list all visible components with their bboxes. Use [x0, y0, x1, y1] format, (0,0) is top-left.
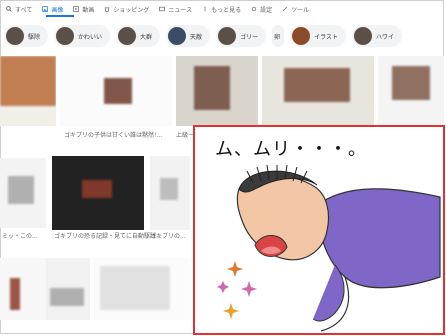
result-image-0[interactable]: [0, 56, 56, 126]
tab-news[interactable]: ニュース: [159, 2, 192, 16]
pixelated-content: [82, 180, 112, 198]
chip-label: イラスト: [314, 33, 338, 41]
pixelated-content: [104, 78, 132, 104]
result-image-7[interactable]: [150, 156, 190, 230]
chip-label: 卵: [274, 33, 281, 41]
more-icon: [202, 6, 208, 12]
shopping-icon: [104, 6, 110, 12]
tab-more[interactable]: もっと見る: [202, 2, 241, 16]
settings-icon: [251, 6, 257, 12]
pixelated-content: [194, 66, 230, 110]
result-image-3[interactable]: [262, 56, 374, 126]
pixelated-content: [100, 266, 170, 310]
chip-label: 大群: [140, 33, 153, 41]
tab-all-label: すべて: [15, 6, 33, 14]
chip-label: ゴリー: [240, 33, 259, 41]
related-chips: 駆除 かわいい 大群 天敵 ゴリー 卵 イラスト ハワイ: [4, 23, 442, 49]
tab-videos-label: 動画: [82, 6, 95, 14]
chip-2[interactable]: 大群: [116, 25, 161, 47]
result-image-10[interactable]: [94, 258, 190, 320]
active-tab-underline: [46, 15, 74, 17]
pixelated-content: [8, 176, 34, 204]
tab-videos[interactable]: 動画: [73, 2, 94, 16]
result-caption: ゴキブリの...: [150, 233, 186, 240]
chip-thumb: [168, 27, 187, 45]
video-icon: [73, 6, 80, 12]
pixelated-content: [284, 68, 350, 102]
pixelated-content: [0, 56, 56, 106]
result-caption: ゴキブリの子供は甘くい誰は黙然!...: [64, 132, 163, 139]
tab-shopping-label: ショッピング: [113, 6, 150, 14]
result-image-2[interactable]: [176, 56, 258, 126]
chip-1[interactable]: かわいい: [54, 25, 111, 47]
tab-settings[interactable]: 設定: [251, 2, 272, 16]
result-image-4[interactable]: [378, 56, 444, 126]
tab-news-label: ニュース: [168, 6, 193, 14]
tab-images-label: 画像: [51, 6, 64, 14]
chip-thumb: [56, 27, 75, 45]
pixelated-content: [392, 66, 430, 100]
illustration-svg: [217, 164, 441, 332]
pixelated-content: [10, 278, 20, 310]
result-image-6[interactable]: [52, 156, 144, 230]
chip-label: かわいい: [78, 33, 103, 41]
chip-6[interactable]: イラスト: [290, 25, 346, 47]
pixelated-content: [50, 288, 84, 306]
image-icon: [42, 6, 49, 12]
chip-0[interactable]: 駆除: [4, 25, 49, 47]
search-tabs: すべて 画像 動画 ショッピング ニュース もっと見る 設定 ツール: [0, 0, 446, 16]
tools-icon: [282, 6, 288, 12]
tab-tools[interactable]: ツール: [282, 2, 309, 16]
sparkles: [217, 261, 257, 319]
chip-thumb: [292, 27, 311, 45]
tab-more-label: もっと見る: [211, 6, 242, 14]
overlay-illustration: ム、ムリ・・・。: [193, 125, 445, 335]
pixelated-content: [160, 178, 178, 200]
chip-label: ハワイ: [375, 33, 394, 41]
search-icon: [6, 6, 12, 12]
tab-all[interactable]: すべて: [6, 2, 32, 16]
chip-thumb: [353, 27, 372, 45]
chip-label: 駆除: [28, 33, 41, 41]
chip-thumb: [218, 27, 237, 45]
chip-thumb: [118, 27, 137, 45]
tab-images[interactable]: 画像: [42, 2, 63, 16]
tab-shopping[interactable]: ショッピング: [104, 2, 149, 16]
result-image-5[interactable]: [0, 158, 46, 228]
result-image-1[interactable]: [60, 56, 172, 126]
sleeve-shape: [312, 264, 345, 322]
result-image-8[interactable]: [0, 258, 46, 320]
result-image-9[interactable]: [46, 258, 90, 320]
chip-label: 天敵: [190, 33, 203, 41]
news-icon: [159, 6, 166, 12]
result-caption: 上級ー...: [176, 132, 194, 139]
chip-4[interactable]: ゴリー: [216, 25, 267, 47]
chip-3[interactable]: 天敵: [166, 25, 211, 47]
result-caption: ミッ・この...: [2, 233, 38, 240]
tab-tools-label: ツール: [291, 6, 310, 14]
chip-7[interactable]: ハワイ: [351, 25, 402, 47]
chip-thumb: [6, 27, 24, 45]
chip-5[interactable]: 卵: [272, 25, 285, 47]
tab-settings-label: 設定: [260, 6, 273, 14]
